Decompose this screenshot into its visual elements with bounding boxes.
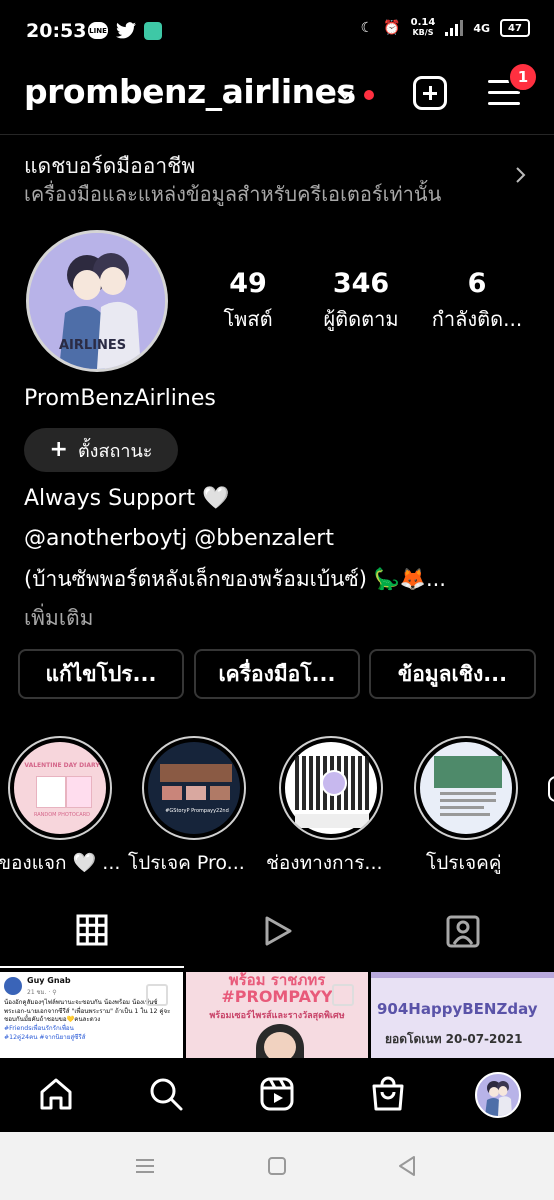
new-highlight-partial[interactable] (548, 776, 554, 802)
chevron-right-icon (514, 166, 526, 188)
twitter-icon (116, 22, 136, 43)
insights-button[interactable]: ข้อมูลเชิง... (369, 649, 536, 699)
highlight-giveaway[interactable]: VALENTINE DAY DIARY RANDOM PHOTOCARD (8, 736, 112, 840)
bottom-navigation (0, 1058, 554, 1132)
create-post-button[interactable] (413, 76, 447, 110)
professional-dashboard[interactable]: แดชบอร์ดมืออาชีพ เครื่องมือและแหล่งข้อมู… (0, 136, 554, 216)
post-author-avatar (4, 977, 22, 995)
status-time: 20:53 (26, 20, 87, 42)
highlight-label: ของแจก 🤍 ... (0, 852, 121, 874)
highlight-project-prompayy[interactable]: #GStoryP Prompayy22nd (142, 736, 246, 840)
dashboard-subtitle: เครื่องมือและแหล่งข้อมูลสำหรับครีเอเตอร์… (24, 182, 442, 206)
tagged-tab-icon[interactable] (446, 914, 480, 952)
battery-icon: 47 (500, 19, 530, 37)
chat-app-icon (144, 22, 162, 40)
stat-followers[interactable]: 346 ผู้ติดตาม (304, 268, 418, 335)
chevron-down-icon[interactable] (335, 86, 355, 105)
highlight-label: โปรเจค Pro... (128, 852, 245, 874)
reels-icon[interactable] (259, 1076, 295, 1116)
home-button-icon[interactable] (267, 1156, 287, 1180)
post-thumbnail-1[interactable]: Guy Gnab 21 ชม. · ⚲ น้องอักคูสัมองๆไฟล์พ… (0, 972, 183, 1058)
account-username[interactable]: prombenz_airlines (24, 72, 356, 111)
edit-profile-button[interactable]: แก้ไขโปร... (18, 649, 184, 699)
professional-tools-button[interactable]: เครื่องมือโ... (194, 649, 360, 699)
header-divider (0, 134, 554, 135)
network-type: 4G (473, 21, 490, 35)
stat-posts[interactable]: 49 โพสต์ (206, 268, 290, 335)
line-icon: LINE (88, 22, 108, 39)
multiple-posts-icon (146, 984, 168, 1006)
profile-avatar[interactable]: AIRLINES (26, 230, 168, 372)
multiple-posts-icon (332, 984, 354, 1006)
net-speed: 0.14 KB/S (410, 17, 436, 38)
highlight-couple-project[interactable] (414, 736, 518, 840)
highlight-label: โปรเจคคู่ (426, 852, 502, 874)
status-bar: 20:53 LINE ☾ ⏰ 0.14 KB/S 4G 47 (0, 0, 554, 62)
recent-apps-icon[interactable] (134, 1157, 156, 1179)
bio-more-link[interactable]: เพิ่มเติม (24, 602, 94, 635)
avatar-text: AIRLINES (59, 338, 126, 353)
active-tab-indicator (0, 966, 184, 968)
stat-following[interactable]: 6 กำลังติด... (422, 268, 532, 335)
bio-mentions[interactable]: @anotherboytj @bbenzalert (24, 526, 334, 551)
alarm-icon: ⏰ (383, 20, 401, 36)
system-icons: ☾ ⏰ 0.14 KB/S 4G 47 (361, 18, 530, 38)
plus-icon: + (49, 437, 68, 462)
moon-icon: ☾ (360, 20, 374, 36)
display-name: PromBenzAirlines (24, 386, 216, 411)
grid-tab-icon[interactable] (76, 914, 108, 950)
bio-line-1: Always Support 🤍 (24, 486, 230, 511)
highlight-channels[interactable] (279, 736, 383, 840)
post-thumbnail-3[interactable]: 904HappyBENZday ยอดโดเนท 20-07-2021 (371, 972, 554, 1058)
highlight-label: ช่องทางการ... (266, 852, 383, 874)
set-status-label: ตั้งสถานะ (77, 440, 153, 462)
post-thumbnail-2[interactable]: พร้อม ราชภทร #PROMPAYY พร้อมเซอร์ไพรส์แล… (186, 972, 368, 1058)
set-status-button[interactable]: + ตั้งสถานะ (24, 428, 178, 472)
home-icon[interactable] (38, 1076, 74, 1116)
profile-tab-avatar[interactable] (475, 1072, 521, 1118)
back-icon[interactable] (397, 1155, 417, 1181)
bio-line-3: (บ้านซัพพอร์ตหลังเล็กของพร้อมเบ้นซ์) 🦕🦊.… (24, 567, 446, 591)
reels-tab-icon[interactable] (262, 914, 294, 952)
signal-icon (445, 20, 464, 36)
notification-icons: LINE (88, 22, 162, 43)
search-icon[interactable] (148, 1076, 184, 1116)
system-navigation-bar (0, 1132, 554, 1200)
account-notification-dot (364, 90, 374, 100)
shop-icon[interactable] (370, 1076, 406, 1116)
menu-notification-badge: 1 (508, 62, 538, 92)
